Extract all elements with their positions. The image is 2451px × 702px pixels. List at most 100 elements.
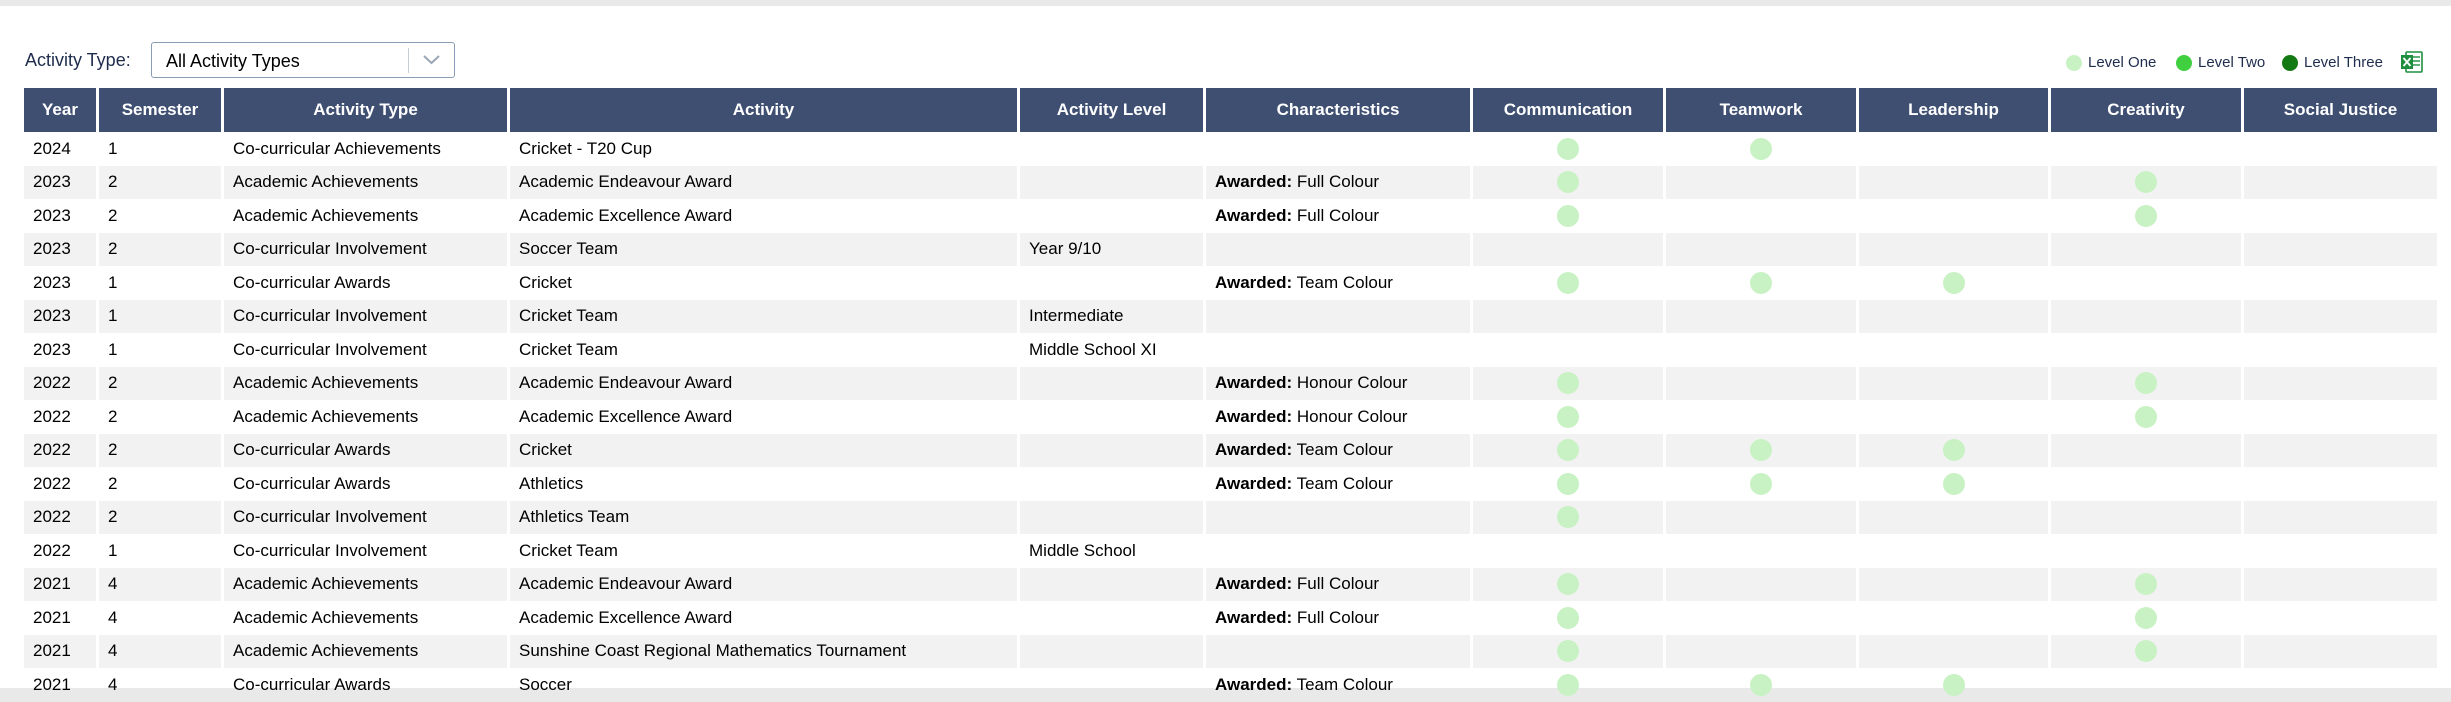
column-header-activity-level[interactable]: Activity Level [1020, 88, 1203, 132]
cell-social-justice [2244, 634, 2437, 668]
cell-year: 2022 [33, 406, 71, 426]
column-header-year[interactable]: Year [24, 88, 96, 132]
cell-leadership [1859, 634, 2048, 668]
cell-semester: 2 [108, 473, 118, 493]
cell-year: 2021 [33, 674, 71, 694]
communication-level-dot [1557, 271, 1579, 294]
cell-activity: Academic Endeavour Award [510, 165, 1017, 199]
cell-communication [1473, 366, 1663, 400]
creativity-level-dot [2135, 606, 2157, 629]
cell-leadership [1859, 534, 2048, 568]
table-row: 2023 2 Academic Achievements Academic Excel… [24, 199, 2437, 233]
communication-level-dot [1557, 137, 1579, 160]
cell-characteristics [1206, 500, 1470, 534]
cell-semester: 1 [108, 339, 118, 359]
legend-level-three-label: Level Three [2304, 54, 2383, 71]
column-header-teamwork[interactable]: Teamwork [1666, 88, 1856, 132]
activities-panel: Activity Type: All Activity Types Level … [0, 6, 2451, 696]
activity-type-selected-value: All Activity Types [166, 51, 300, 71]
cell-semester: 2 [108, 205, 118, 225]
cell-leadership [1859, 601, 2048, 635]
cell-leadership [1859, 467, 2048, 501]
cell-year: 2022 [24, 433, 96, 467]
cell-creativity [2051, 601, 2241, 635]
communication-level-dot [1557, 506, 1579, 529]
cell-activity-level [1020, 266, 1203, 300]
cell-characteristics: Awarded: Team Colour [1206, 433, 1470, 467]
cell-semester: 2 [99, 366, 221, 400]
cell-teamwork [1666, 668, 1856, 702]
awarded-value: Full Colour [1296, 205, 1380, 225]
communication-level-dot [1557, 372, 1579, 395]
cell-teamwork [1666, 601, 1856, 635]
communication-level-dot [1557, 405, 1579, 428]
cell-characteristics [1206, 232, 1470, 266]
cell-creativity [2051, 199, 2241, 233]
column-header-activity[interactable]: Activity [510, 88, 1017, 132]
cell-communication [1473, 333, 1663, 367]
cell-creativity [2051, 634, 2241, 668]
cell-activity-type: Academic Achievements [224, 165, 507, 199]
cell-social-justice [2244, 266, 2437, 300]
cell-communication [1473, 433, 1663, 467]
cell-year: 2023 [24, 232, 96, 266]
cell-activity-level: Middle School XI [1029, 339, 1157, 359]
cell-semester: 4 [99, 634, 221, 668]
cell-creativity [2051, 232, 2241, 266]
communication-level-dot [1557, 439, 1579, 462]
column-header-activity-type[interactable]: Activity Type [224, 88, 507, 132]
activity-type-select[interactable]: All Activity Types [151, 42, 455, 78]
cell-social-justice [2244, 132, 2437, 166]
table-row: 2023 1 Co-curricular Awards Cricket Awarded:… [24, 266, 2437, 300]
cell-activity-type: Academic Achievements [233, 205, 419, 225]
cell-semester: 4 [108, 607, 118, 627]
cell-activity: Cricket [510, 433, 1017, 467]
excel-export-icon[interactable] [2400, 50, 2424, 74]
column-header-leadership[interactable]: Leadership [1859, 88, 2048, 132]
communication-level-dot [1557, 204, 1579, 227]
cell-social-justice [2244, 534, 2437, 568]
column-header-social-justice[interactable]: Social Justice [2244, 88, 2437, 132]
cell-activity-level [1020, 601, 1203, 635]
column-header-communication[interactable]: Communication [1473, 88, 1663, 132]
awarded-value: Team Colour [1296, 473, 1393, 493]
cell-teamwork [1666, 165, 1856, 199]
teamwork-level-dot [1750, 673, 1772, 696]
column-header-characteristics[interactable]: Characteristics [1206, 88, 1470, 132]
cell-semester: 1 [108, 540, 118, 560]
table-row: 2023 2 Academic Achievements Academic Endea… [24, 165, 2437, 199]
column-header-creativity[interactable]: Creativity [2051, 88, 2241, 132]
cell-teamwork [1666, 333, 1856, 367]
cell-characteristics [1206, 132, 1470, 166]
cell-activity: Soccer Team [510, 232, 1017, 266]
teamwork-level-dot [1750, 472, 1772, 495]
cell-teamwork [1666, 199, 1856, 233]
cell-semester: 4 [108, 674, 118, 694]
column-header-semester[interactable]: Semester [99, 88, 221, 132]
cell-creativity [2051, 433, 2241, 467]
cell-year: 2022 [24, 366, 96, 400]
awarded-label: Awarded: [1215, 574, 1293, 594]
legend-level-three: Level Three [2282, 54, 2383, 71]
activity-type-label: Activity Type: [25, 50, 131, 70]
legend-level-one: Level One [2066, 54, 2156, 71]
cell-leadership [1859, 266, 2048, 300]
cell-activity-type: Academic Achievements [224, 366, 507, 400]
awarded-label: Awarded: [1215, 172, 1293, 192]
cell-year: 2024 [33, 138, 71, 158]
cell-activity-type: Academic Achievements [224, 634, 507, 668]
teamwork-level-dot [1750, 439, 1772, 462]
cell-social-justice [2244, 601, 2437, 635]
cell-leadership [1859, 433, 2048, 467]
communication-level-dot [1557, 606, 1579, 629]
cell-communication [1473, 567, 1663, 601]
cell-activity-type: Co-curricular Involvement [233, 339, 427, 359]
cell-creativity [2051, 400, 2241, 434]
cell-activity: Academic Endeavour Award [510, 366, 1017, 400]
awarded-label: Awarded: [1215, 406, 1293, 426]
chevron-down-icon[interactable] [409, 43, 454, 77]
cell-activity-type: Co-curricular Awards [233, 272, 391, 292]
cell-activity-type: Co-curricular Involvement [233, 540, 427, 560]
cell-social-justice [2244, 366, 2437, 400]
cell-activity: Cricket Team [510, 299, 1017, 333]
